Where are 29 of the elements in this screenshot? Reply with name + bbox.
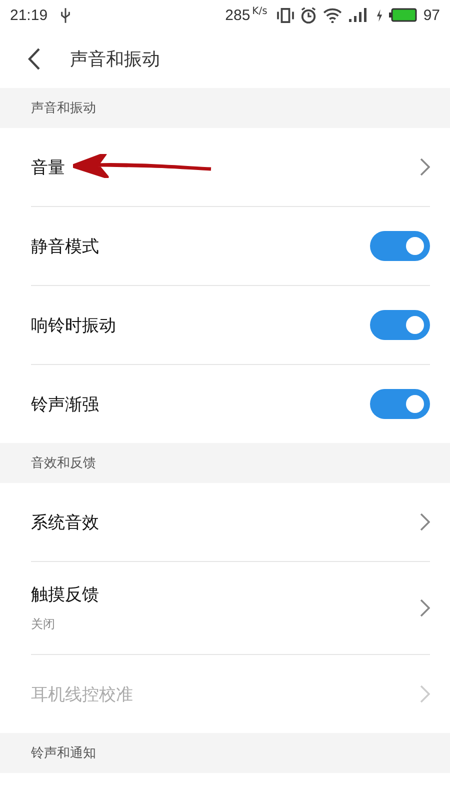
time: 21:19 <box>10 6 48 24</box>
charging-icon <box>376 8 384 22</box>
setting-label[interactable]: 触摸反馈 <box>31 583 99 606</box>
usb-icon <box>60 8 71 22</box>
back-icon[interactable] <box>28 48 40 70</box>
setting-label[interactable]: 系统音效 <box>31 510 99 534</box>
toggle-switch[interactable] <box>370 310 430 340</box>
section-header: 铃声和通知 <box>31 745 96 762</box>
chevron-icon <box>420 158 430 176</box>
network-speed: 285 <box>225 6 250 24</box>
setting-label[interactable]: 静音模式 <box>31 234 99 258</box>
alarm-icon <box>300 6 318 24</box>
page-title: 声音和振动 <box>70 48 160 71</box>
section-header: 音效和反馈 <box>31 455 96 472</box>
chevron-icon <box>420 599 430 617</box>
battery-percent: 97 <box>423 6 440 24</box>
section-header: 声音和振动 <box>31 100 96 117</box>
wifi-icon <box>323 8 342 22</box>
vibrate-icon <box>277 8 294 22</box>
battery-icon <box>389 8 418 22</box>
setting-value: 关闭 <box>31 616 56 633</box>
setting-label[interactable]: 音量 <box>31 156 65 178</box>
chevron-icon <box>420 685 430 703</box>
setting-label[interactable]: 铃声渐强 <box>31 392 99 416</box>
setting-label[interactable]: 响铃时振动 <box>31 314 116 336</box>
speed-unit: K/s <box>252 6 268 17</box>
toggle-switch[interactable] <box>370 231 430 261</box>
toggle-switch[interactable] <box>370 389 430 419</box>
chevron-icon <box>420 513 430 531</box>
